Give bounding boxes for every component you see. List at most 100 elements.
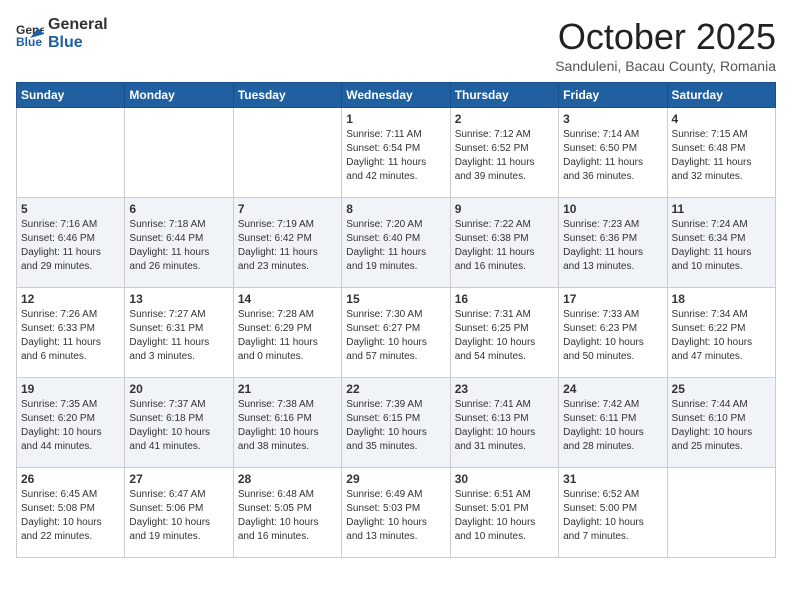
week-row-5: 26 Sunrise: 6:45 AM Sunset: 5:08 PM Dayli… [17,468,776,558]
day-info: Sunrise: 7:30 AM Sunset: 6:27 PM Dayligh… [346,308,445,364]
weekday-header-row: SundayMondayTuesdayWednesdayThursdayFrid… [17,83,776,108]
day-cell-9: 9Sunrise: 7:22 AM Sunset: 6:38 PM Daylig… [450,198,558,288]
weekday-header-tuesday: Tuesday [233,83,341,108]
day-number: 24 [563,382,662,396]
day-cell-15: 15 Sunrise: 7:30 AM Sunset: 6:27 PM Dayli… [342,288,450,378]
day-info: Sunrise: 7:12 AM Sunset: 6:52 PM Dayligh… [455,128,554,184]
day-info: Sunrise: 7:20 AM Sunset: 6:40 PM Dayligh… [346,218,445,274]
day-info: Sunrise: 6:48 AM Sunset: 5:05 PM Dayligh… [238,488,337,544]
day-info: Sunrise: 7:22 AM Sunset: 6:38 PM Dayligh… [455,218,554,274]
day-number: 10 [563,202,662,216]
day-cell-31: 31 Sunrise: 6:52 AM Sunset: 5:00 PM Dayli… [559,468,667,558]
day-cell-30: 30 Sunrise: 6:51 AM Sunset: 5:01 PM Dayli… [450,468,558,558]
week-row-1: 1 Sunrise: 7:11 AM Sunset: 6:54 PM Daylig… [17,108,776,198]
day-info: Sunrise: 7:26 AM Sunset: 6:33 PM Dayligh… [21,308,120,364]
day-info: Sunrise: 7:41 AM Sunset: 6:13 PM Dayligh… [455,398,554,454]
day-number: 2 [455,112,554,126]
day-number: 30 [455,472,554,486]
day-cell-27: 27 Sunrise: 6:47 AM Sunset: 5:06 PM Dayli… [125,468,233,558]
day-info: Sunrise: 7:11 AM Sunset: 6:54 PM Dayligh… [346,128,445,184]
day-number: 15 [346,292,445,306]
day-info: Sunrise: 7:28 AM Sunset: 6:29 PM Dayligh… [238,308,337,364]
day-number: 22 [346,382,445,396]
day-number: 4 [672,112,771,126]
weekday-header-monday: Monday [125,83,233,108]
day-cell-6: 6 Sunrise: 7:18 AM Sunset: 6:44 PM Daylig… [125,198,233,288]
day-info: Sunrise: 7:24 AM Sunset: 6:34 PM Dayligh… [672,218,771,274]
svg-text:Blue: Blue [16,35,42,48]
day-number: 5 [21,202,120,216]
day-number: 11 [672,202,771,216]
weekday-header-wednesday: Wednesday [342,83,450,108]
day-cell-13: 13 Sunrise: 7:27 AM Sunset: 6:31 PM Dayli… [125,288,233,378]
weekday-header-sunday: Sunday [17,83,125,108]
day-cell-10: 10 Sunrise: 7:23 AM Sunset: 6:36 PM Dayli… [559,198,667,288]
day-cell-26: 26 Sunrise: 6:45 AM Sunset: 5:08 PM Dayli… [17,468,125,558]
day-cell-22: 22 Sunrise: 7:39 AM Sunset: 6:15 PM Dayli… [342,378,450,468]
day-number: 8 [346,202,445,216]
day-number: 18 [672,292,771,306]
day-info: Sunrise: 6:51 AM Sunset: 5:01 PM Dayligh… [455,488,554,544]
day-cell-29: 29Sunrise: 6:49 AM Sunset: 5:03 PM Dayli… [342,468,450,558]
day-cell-25: 25 Sunrise: 7:44 AM Sunset: 6:10 PM Dayli… [667,378,775,468]
day-number: 20 [129,382,228,396]
day-cell-12: 12 Sunrise: 7:26 AM Sunset: 6:33 PM Dayli… [17,288,125,378]
day-cell-7: 7Sunrise: 7:19 AM Sunset: 6:42 PM Daylig… [233,198,341,288]
empty-cell [125,108,233,198]
day-info: Sunrise: 7:15 AM Sunset: 6:48 PM Dayligh… [672,128,771,184]
day-info: Sunrise: 7:27 AM Sunset: 6:31 PM Dayligh… [129,308,228,364]
day-info: Sunrise: 7:42 AM Sunset: 6:11 PM Dayligh… [563,398,662,454]
day-cell-20: 20 Sunrise: 7:37 AM Sunset: 6:18 PM Dayli… [125,378,233,468]
day-cell-17: 17 Sunrise: 7:33 AM Sunset: 6:23 PM Dayli… [559,288,667,378]
logo-icon: General Blue [16,20,44,48]
day-info: Sunrise: 7:37 AM Sunset: 6:18 PM Dayligh… [129,398,228,454]
day-cell-3: 3Sunrise: 7:14 AM Sunset: 6:50 PM Daylig… [559,108,667,198]
day-number: 31 [563,472,662,486]
logo-general-text: General [48,16,108,34]
day-info: Sunrise: 7:34 AM Sunset: 6:22 PM Dayligh… [672,308,771,364]
day-cell-5: 5Sunrise: 7:16 AM Sunset: 6:46 PM Daylig… [17,198,125,288]
day-number: 16 [455,292,554,306]
day-cell-8: 8 Sunrise: 7:20 AM Sunset: 6:40 PM Daylig… [342,198,450,288]
day-number: 25 [672,382,771,396]
weekday-header-saturday: Saturday [667,83,775,108]
day-number: 3 [563,112,662,126]
day-info: Sunrise: 7:18 AM Sunset: 6:44 PM Dayligh… [129,218,228,274]
day-number: 6 [129,202,228,216]
day-info: Sunrise: 6:52 AM Sunset: 5:00 PM Dayligh… [563,488,662,544]
weekday-header-friday: Friday [559,83,667,108]
day-cell-11: 11 Sunrise: 7:24 AM Sunset: 6:34 PM Dayli… [667,198,775,288]
day-number: 13 [129,292,228,306]
day-info: Sunrise: 6:45 AM Sunset: 5:08 PM Dayligh… [21,488,120,544]
title-area: October 2025 Sanduleni, Bacau County, Ro… [555,16,776,74]
empty-cell [233,108,341,198]
day-cell-21: 21 Sunrise: 7:38 AM Sunset: 6:16 PM Dayli… [233,378,341,468]
day-number: 26 [21,472,120,486]
day-cell-16: 16Sunrise: 7:31 AM Sunset: 6:25 PM Dayli… [450,288,558,378]
day-number: 27 [129,472,228,486]
day-info: Sunrise: 7:19 AM Sunset: 6:42 PM Dayligh… [238,218,337,274]
day-number: 12 [21,292,120,306]
day-number: 21 [238,382,337,396]
day-info: Sunrise: 7:33 AM Sunset: 6:23 PM Dayligh… [563,308,662,364]
day-cell-23: 23Sunrise: 7:41 AM Sunset: 6:13 PM Dayli… [450,378,558,468]
day-number: 17 [563,292,662,306]
day-info: Sunrise: 7:35 AM Sunset: 6:20 PM Dayligh… [21,398,120,454]
day-info: Sunrise: 7:44 AM Sunset: 6:10 PM Dayligh… [672,398,771,454]
day-cell-18: 18 Sunrise: 7:34 AM Sunset: 6:22 PM Dayli… [667,288,775,378]
day-number: 28 [238,472,337,486]
week-row-3: 12 Sunrise: 7:26 AM Sunset: 6:33 PM Dayli… [17,288,776,378]
calendar-table: SundayMondayTuesdayWednesdayThursdayFrid… [16,82,776,558]
month-title: October 2025 [555,16,776,58]
empty-cell [667,468,775,558]
day-cell-24: 24 Sunrise: 7:42 AM Sunset: 6:11 PM Dayli… [559,378,667,468]
day-number: 29 [346,472,445,486]
day-info: Sunrise: 7:38 AM Sunset: 6:16 PM Dayligh… [238,398,337,454]
day-info: Sunrise: 7:39 AM Sunset: 6:15 PM Dayligh… [346,398,445,454]
day-number: 1 [346,112,445,126]
weekday-header-thursday: Thursday [450,83,558,108]
logo: General Blue General Blue [16,16,108,51]
day-info: Sunrise: 7:23 AM Sunset: 6:36 PM Dayligh… [563,218,662,274]
day-info: Sunrise: 6:47 AM Sunset: 5:06 PM Dayligh… [129,488,228,544]
day-cell-2: 2 Sunrise: 7:12 AM Sunset: 6:52 PM Daylig… [450,108,558,198]
